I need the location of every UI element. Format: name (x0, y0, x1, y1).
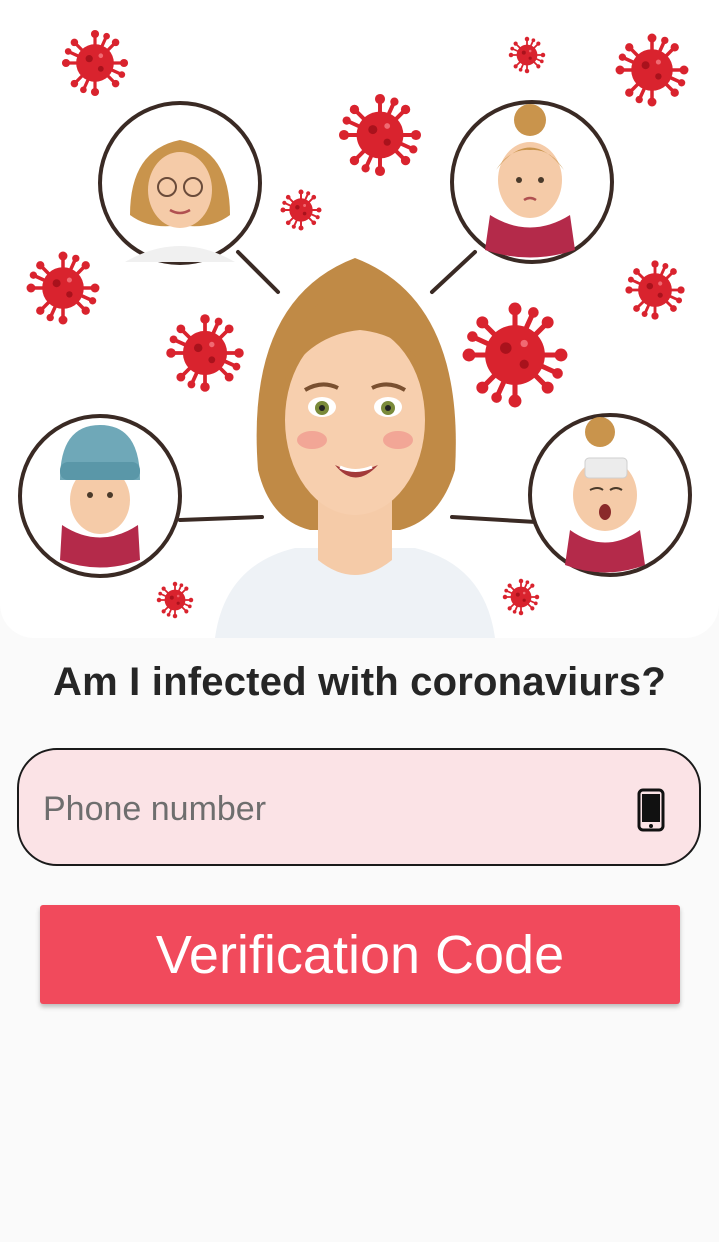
phone-input[interactable] (41, 778, 625, 840)
verification-code-button[interactable]: Verification Code (40, 905, 680, 1004)
page-title: Am I infected with coronaviurs? (53, 660, 666, 704)
hero-illustration (0, 0, 719, 638)
smartphone-icon (637, 788, 665, 832)
phone-field[interactable] (17, 748, 701, 866)
